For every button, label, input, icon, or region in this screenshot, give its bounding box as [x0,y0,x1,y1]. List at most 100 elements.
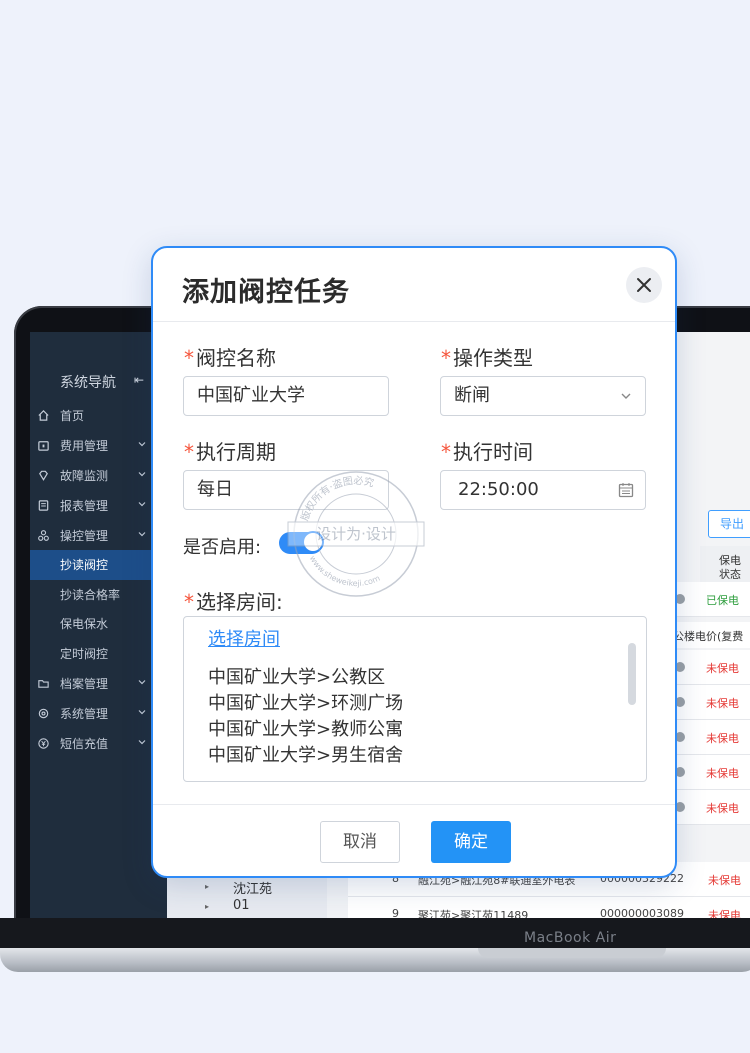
tree-node[interactable]: 沈江苑 [233,878,272,897]
time-picker[interactable]: 22:50:00 [440,470,646,510]
sidebar-title: 系统导航 [60,375,116,391]
list-item: 中国矿业大学>男生宿舍 [208,745,404,766]
room-list-box[interactable]: 选择房间 中国矿业大学>公教区 中国矿业大学>环测广场 中国矿业大学>教师公寓 … [183,616,647,782]
laptop-notch [478,948,666,958]
op-type-label: * 操作类型 [441,342,533,371]
room-label: * 选择房间: [184,586,283,615]
dialog-title: 添加阀控任务 [182,277,350,308]
watermark-center-text: 设计为·设计 [316,525,396,543]
header-divider [153,321,675,322]
chevron-down-icon [138,680,146,685]
time-label-text: 执行时间 [453,440,533,464]
folder-icon [36,676,50,690]
chevron-down-icon [138,710,146,715]
wallet-icon [36,438,50,452]
required-mark: * [441,440,451,464]
control-icon [36,528,50,542]
row-status: 未保电 [706,697,739,710]
name-label-text: 阀控名称 [196,346,276,370]
cancel-button[interactable]: 取消 [320,821,400,863]
row-status: 未保电 [708,909,741,918]
row-address: 聚江苑>聚江苑11489 [418,909,529,918]
tree-expand-icon[interactable]: ▸ [205,882,209,891]
required-mark: * [184,346,194,370]
period-label-text: 执行周期 [196,440,276,464]
row-status: 未保电 [708,874,741,887]
watermark-ring-text: 版权所有·盗图必究 [298,474,375,523]
time-value: 22:50:00 [458,479,539,500]
table-row[interactable]: 9 聚江苑>聚江苑11489 000000003089 未保电 [348,897,750,918]
room-list: 中国矿业大学>公教区 中国矿业大学>环测广场 中国矿业大学>教师公寓 中国矿业大… [208,665,403,769]
required-mark: * [184,590,194,614]
row-status: 未保电 [706,767,739,780]
period-label: * 执行周期 [184,436,276,465]
row-status: 未保电 [706,802,739,815]
sidebar-subitem-timed-valve[interactable]: 定时阀控 [30,639,167,669]
sidebar-item-system[interactable]: 系统管理 [30,698,167,728]
enable-label: 是否启用: [183,537,262,558]
sidebar-subitem-read-valve[interactable]: 抄读阀控 [30,550,167,580]
room-list-scrollbar[interactable] [628,643,636,705]
op-type-label-text: 操作类型 [453,346,533,370]
sidebar-item-report[interactable]: 报表管理 [30,490,167,520]
sidebar-item-label: 故障监测 [60,468,109,483]
sidebar-item-control[interactable]: 操控管理 [30,520,167,550]
calendar-icon [618,483,634,498]
sidebar-item-archive[interactable]: 档案管理 [30,668,167,698]
sidebar-item-label: 档案管理 [60,676,109,691]
chevron-down-icon [138,472,146,477]
sidebar-item-label: 短信充值 [60,736,109,751]
row-status: 已保电 [706,594,739,607]
name-input[interactable]: 中国矿业大学 [183,376,389,416]
chevron-down-icon [138,502,146,507]
close-icon [637,278,651,292]
list-item: 中国矿业大学>环测广场 [208,693,404,714]
list-item: 中国矿业大学>教师公寓 [208,719,404,740]
chevron-down-icon [138,740,146,745]
sidebar-item-fault[interactable]: 故障监测 [30,460,167,490]
sidebar-item-sms[interactable]: 短信充值 [30,728,167,758]
laptop-brand: MacBook Air [524,930,617,946]
report-icon [36,498,50,512]
gear-icon [36,706,50,720]
sidebar-item-label: 费用管理 [60,438,109,453]
sidebar-item-label: 首页 [60,408,85,423]
row-status: 未保电 [706,662,739,675]
tree-expand-icon[interactable]: ▸ [205,902,209,911]
sidebar-item-label: 操控管理 [60,528,109,543]
room-label-text: 选择房间: [196,590,283,614]
row-status: 未保电 [706,732,739,745]
sidebar-nav: 系统导航 ⇤ 首页 费用管理 故障监测 报表管理 操控管理 抄读阀控 抄读合格率… [30,332,167,918]
required-mark: * [184,440,194,464]
column-header-line: 保电 状态 [719,554,741,581]
price-banner-text: 公楼电价(复费 [673,630,744,643]
row-number: 9 [392,907,399,918]
sidebar-item-fee[interactable]: 费用管理 [30,430,167,460]
row-meter: 000000003089 [600,907,684,918]
sidebar-subitem-guarantee[interactable]: 保电保水 [30,609,167,639]
sidebar-subitem-read-rate[interactable]: 抄读合格率 [30,580,167,610]
collapse-menu-icon[interactable]: ⇤ [134,373,144,387]
name-label: * 阀控名称 [184,342,276,371]
required-mark: * [441,346,451,370]
nav-menu: 首页 费用管理 故障监测 报表管理 操控管理 抄读阀控 抄读合格率 保电保水 定… [30,400,167,758]
yen-icon [36,736,50,750]
laptop-chin [0,918,750,948]
op-type-value: 断闸 [454,385,490,406]
home-icon [36,408,50,422]
chevron-down-icon [138,532,146,537]
select-room-link[interactable]: 选择房间 [208,625,280,651]
close-button[interactable] [626,267,662,303]
chevron-down-icon [621,393,631,399]
diamond-icon [36,468,50,482]
sidebar-item-label: 系统管理 [60,706,109,721]
time-label: * 执行时间 [441,436,533,465]
sidebar-item-label: 报表管理 [60,498,109,513]
export-button[interactable]: 导出 [708,510,750,538]
op-type-select[interactable]: 断闸 [440,376,646,416]
list-item: 中国矿业大学>公教区 [208,667,386,688]
chevron-down-icon [138,442,146,447]
tree-node[interactable]: 01 [233,898,250,913]
confirm-button[interactable]: 确定 [431,821,511,863]
sidebar-item-home[interactable]: 首页 [30,400,167,430]
